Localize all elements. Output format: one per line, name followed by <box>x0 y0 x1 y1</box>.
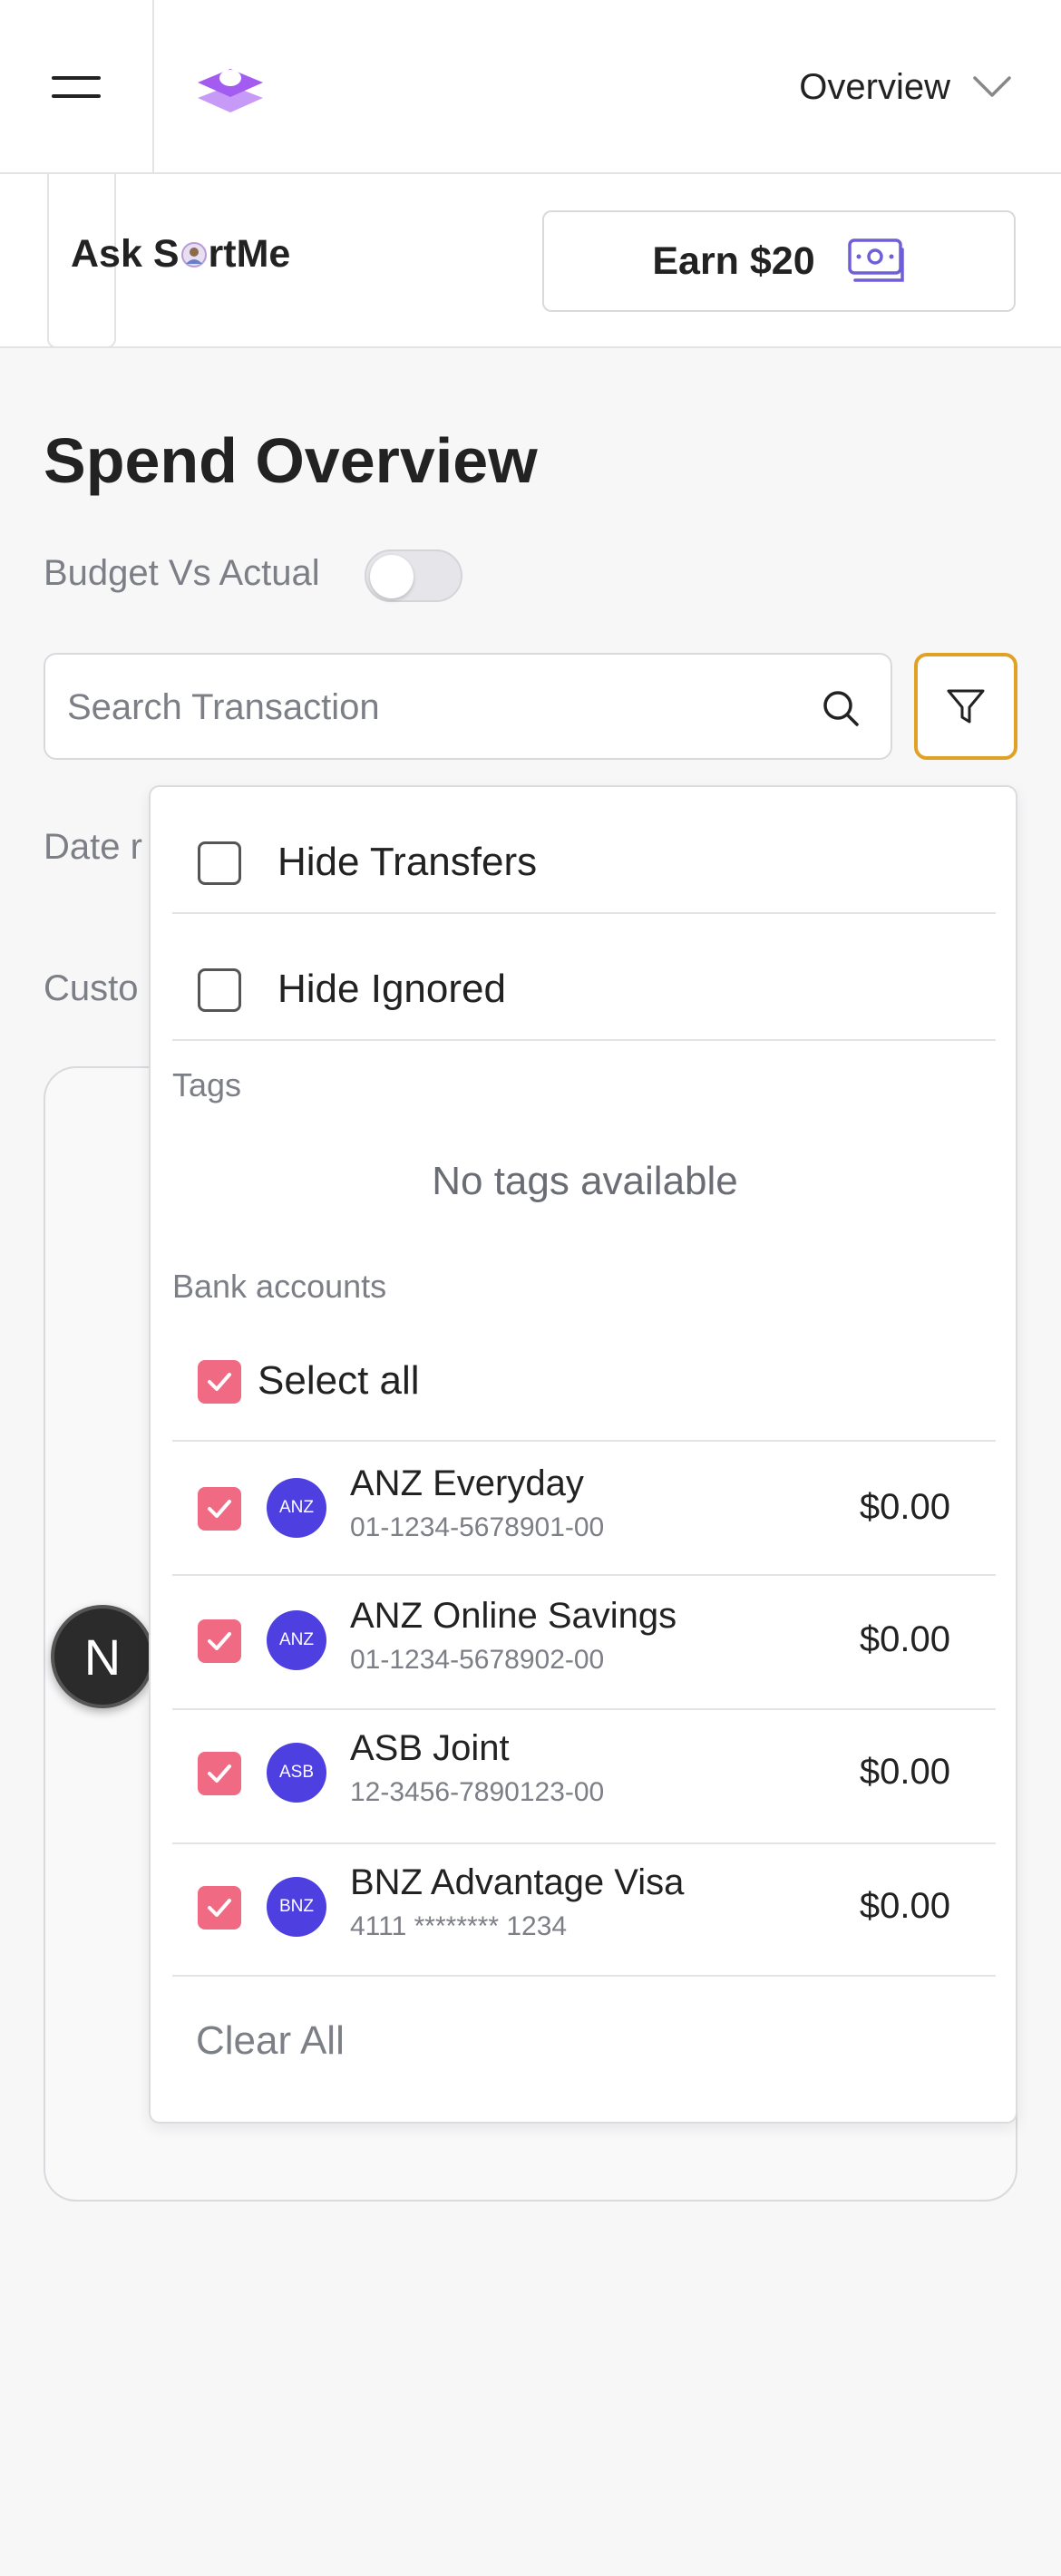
bank-account-checkbox[interactable] <box>198 1619 241 1663</box>
bank-account-name: ANZ Everyday <box>350 1463 584 1503</box>
menu-button[interactable] <box>0 0 154 174</box>
ask-assistant-label-end: rtMe <box>208 232 291 276</box>
bank-account-balance: $0.00 <box>859 1619 950 1659</box>
custom-range-label: Custo <box>44 968 139 1008</box>
check-icon <box>208 1899 231 1917</box>
bank-account-checkbox[interactable] <box>198 1487 241 1531</box>
assistant-avatar-icon <box>180 242 207 267</box>
sub-bar: Ask S rtMe Earn $20 <box>0 174 1061 348</box>
bank-avatar: ASB <box>267 1743 326 1803</box>
bank-avatar: ANZ <box>267 1610 326 1670</box>
hide-transfers-option[interactable]: Hide Transfers <box>172 820 996 907</box>
hamburger-icon <box>52 74 101 100</box>
divider <box>172 912 996 914</box>
budget-vs-actual-toggle[interactable] <box>365 549 462 602</box>
earn-referral-label: Earn $20 <box>652 238 815 283</box>
bank-avatar: ANZ <box>267 1478 326 1538</box>
stack-logo-icon[interactable] <box>194 58 267 116</box>
filter-button[interactable] <box>914 653 1017 760</box>
check-icon <box>208 1632 231 1650</box>
bank-account-number: 01-1234-5678902-00 <box>350 1645 605 1675</box>
bank-account-item[interactable]: BNZ BNZ Advantage Visa 4111 ******** 123… <box>172 1844 996 1977</box>
hide-ignored-checkbox[interactable] <box>198 968 241 1012</box>
select-all-option[interactable]: Select all <box>172 1338 996 1425</box>
bank-account-name: ANZ Online Savings <box>350 1596 677 1636</box>
budget-toggle-label: Budget Vs Actual <box>44 553 320 593</box>
bank-account-balance: $0.00 <box>859 1487 950 1527</box>
select-all-checkbox[interactable] <box>198 1360 241 1404</box>
check-icon <box>208 1764 231 1783</box>
dev-indicator-badge[interactable]: N <box>51 1605 154 1708</box>
filter-icon <box>947 689 985 724</box>
bank-account-item[interactable]: ANZ ANZ Everyday 01-1234-5678901-00 $0.0… <box>172 1442 996 1574</box>
bank-account-number: 4111 ******** 1234 <box>350 1911 568 1941</box>
ask-assistant-button[interactable]: Ask S rtMe <box>71 232 290 277</box>
top-bar: Overview <box>0 0 1061 174</box>
divider <box>172 1975 996 1977</box>
search-icon[interactable] <box>822 689 860 727</box>
bank-account-name: BNZ Advantage Visa <box>350 1862 685 1902</box>
date-range-label: Date r <box>44 827 142 867</box>
search-transaction-field <box>44 653 892 760</box>
bank-account-item[interactable]: ANZ ANZ Online Savings 01-1234-5678902-0… <box>172 1576 996 1708</box>
bank-account-balance: $0.00 <box>859 1752 950 1792</box>
no-tags-message: No tags available <box>432 1159 738 1203</box>
hide-transfers-checkbox[interactable] <box>198 841 241 885</box>
search-input[interactable] <box>67 680 811 734</box>
toggle-knob <box>370 555 414 598</box>
hide-ignored-label: Hide Ignored <box>277 967 506 1011</box>
clear-all-button[interactable]: Clear All <box>196 2018 345 2064</box>
bank-account-item[interactable]: ASB ASB Joint 12-3456-7890123-00 $0.00 <box>172 1710 996 1842</box>
view-select[interactable]: Overview <box>799 63 1012 111</box>
bank-avatar: BNZ <box>267 1877 326 1937</box>
bank-account-balance: $0.00 <box>859 1886 950 1926</box>
bank-account-number: 01-1234-5678901-00 <box>350 1512 605 1542</box>
bank-account-name: ASB Joint <box>350 1728 510 1768</box>
bank-account-checkbox[interactable] <box>198 1886 241 1930</box>
ask-assistant-label-start: Ask S <box>71 232 180 276</box>
bank-account-number: 12-3456-7890123-00 <box>350 1777 605 1807</box>
page-title: Spend Overview <box>44 425 538 496</box>
check-icon <box>208 1500 231 1518</box>
hide-ignored-option[interactable]: Hide Ignored <box>172 947 996 1034</box>
earn-referral-button[interactable]: Earn $20 <box>542 210 1016 312</box>
cash-icon <box>847 238 904 282</box>
divider <box>172 1039 996 1041</box>
view-select-label: Overview <box>799 66 950 107</box>
tags-section-label: Tags <box>172 1066 242 1103</box>
filter-dropdown: Hide Transfers Hide Ignored Tags No tags… <box>149 785 1017 2124</box>
bank-account-checkbox[interactable] <box>198 1752 241 1795</box>
bank-accounts-section-label: Bank accounts <box>172 1268 387 1305</box>
hide-transfers-label: Hide Transfers <box>277 840 538 884</box>
chevron-down-icon <box>973 76 1011 97</box>
select-all-label: Select all <box>258 1358 420 1403</box>
check-icon <box>208 1373 231 1391</box>
